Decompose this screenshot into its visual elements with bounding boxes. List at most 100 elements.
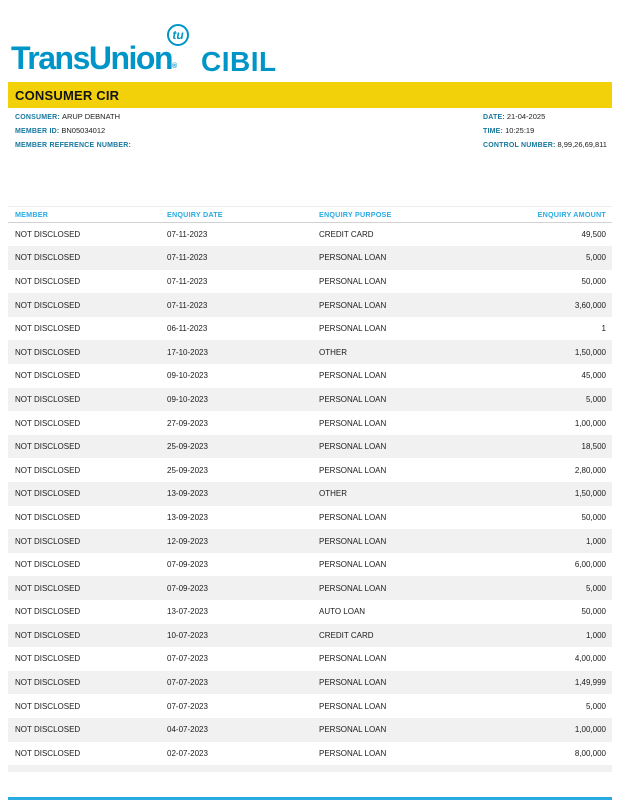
cell-amount: 50,000 (581, 276, 606, 286)
table-row: NOT DISCLOSED 12-09-2023 PERSONAL LOAN 1,00… (8, 529, 612, 553)
cell-amount: 49,500 (581, 229, 606, 239)
cell-member: NOT DISCLOSED (15, 536, 81, 546)
cell-member: NOT DISCLOSED (15, 418, 81, 428)
table-row: NOT DISCLOSED 07-11-2023 PERSONAL LOAN 3,60… (8, 293, 612, 317)
footer-divider-line (8, 797, 612, 800)
cell-date: 13-09-2023 (167, 489, 208, 499)
cell-member: NOT DISCLOSED (15, 512, 81, 522)
cell-amount: 1 (601, 324, 606, 334)
cell-date: 09-10-2023 (167, 371, 208, 381)
column-header-member: MEMBER (15, 209, 49, 219)
date-label: DATE: (483, 114, 505, 121)
cell-member: NOT DISCLOSED (15, 607, 81, 617)
cell-purpose: PERSONAL LOAN (319, 748, 387, 758)
cell-purpose: PERSONAL LOAN (319, 300, 387, 310)
cell-member: NOT DISCLOSED (15, 678, 81, 688)
cell-date: 07-11-2023 (167, 253, 208, 263)
transunion-cibil-logo: TransUnion ® tu CIBIL (0, 0, 621, 82)
cell-member: NOT DISCLOSED (15, 324, 81, 334)
member-id-value: BN05034012 (61, 126, 106, 135)
cell-amount: 45,000 (581, 371, 606, 381)
table-row: NOT DISCLOSED 25-09-2023 PERSONAL LOAN 2,80… (8, 458, 612, 483)
cell-amount: 1,000 (585, 536, 606, 546)
cell-date: 07-07-2023 (167, 701, 208, 711)
cell-date: 09-10-2023 (167, 394, 208, 404)
cell-member: NOT DISCLOSED (15, 748, 81, 758)
cell-member: NOT DISCLOSED (15, 630, 81, 640)
cell-purpose: PERSONAL LOAN (319, 465, 387, 475)
cell-member: NOT DISCLOSED (15, 229, 81, 239)
cell-date: 07-09-2023 (167, 583, 208, 593)
cell-date: 27-09-2023 (167, 418, 208, 428)
cell-purpose: AUTO LOAN (319, 607, 366, 617)
cell-purpose: OTHER (319, 347, 347, 357)
cell-date: 07-07-2023 (167, 654, 208, 664)
member-id-label: MEMBER ID: (15, 128, 60, 135)
transunion-wordmark: TransUnion (11, 40, 174, 76)
cell-amount: 1,49,999 (574, 678, 606, 688)
cell-amount: 4,00,000 (574, 654, 606, 664)
table-row: NOT DISCLOSED 07-07-2023 PERSONAL LOAN 1,49… (8, 670, 612, 695)
table-row: NOT DISCLOSED 07-11-2023 PERSONAL LOAN 5,00… (8, 246, 612, 270)
cell-amount: 18,500 (581, 442, 606, 452)
table-row: NOT DISCLOSED 13-07-2023 AUTO LOAN 50,000 (8, 600, 612, 624)
table-row: NOT DISCLOSED 13-09-2023 PERSONAL LOAN 50,0… (8, 505, 612, 530)
cell-purpose: PERSONAL LOAN (319, 394, 387, 404)
cell-member: NOT DISCLOSED (15, 583, 81, 593)
cell-date: 10-07-2023 (167, 630, 208, 640)
cell-purpose: CREDIT CARD (319, 229, 374, 239)
cell-date: 13-07-2023 (167, 607, 208, 617)
cell-member: NOT DISCLOSED (15, 394, 81, 404)
cell-purpose: PERSONAL LOAN (319, 560, 387, 570)
cell-amount: 5,000 (585, 253, 606, 263)
cell-member: NOT DISCLOSED (15, 654, 81, 664)
consumer-label: CONSUMER: (15, 114, 60, 121)
time-line: TIME: 10:25:19 (483, 126, 534, 135)
column-header-enquiry-date: ENQUIRY DATE (167, 209, 223, 219)
cell-purpose: PERSONAL LOAN (319, 701, 387, 711)
control-number-value: 8,99,26,69,811 (557, 140, 607, 149)
date-line: DATE: 21-04-2025 (483, 112, 545, 121)
time-label: TIME: (483, 128, 504, 135)
registered-trademark-symbol: ® (172, 63, 178, 70)
clipped-next-row-strip (8, 765, 612, 773)
cell-amount: 50,000 (581, 512, 606, 522)
cell-amount: 2,80,000 (574, 465, 606, 475)
cell-purpose: PERSONAL LOAN (319, 536, 387, 546)
cell-purpose: PERSONAL LOAN (319, 583, 387, 593)
table-row: NOT DISCLOSED 07-11-2023 CREDIT CARD 49,500 (8, 222, 612, 247)
cell-purpose: PERSONAL LOAN (319, 725, 387, 735)
table-row: NOT DISCLOSED 09-10-2023 PERSONAL LOAN 45,0… (8, 364, 612, 388)
cell-date: 17-10-2023 (167, 347, 208, 357)
table-row: NOT DISCLOSED 07-09-2023 PERSONAL LOAN 5,00… (8, 576, 612, 600)
table-row: NOT DISCLOSED 09-10-2023 PERSONAL LOAN 5,00… (8, 387, 612, 412)
table-row: NOT DISCLOSED 10-07-2023 CREDIT CARD 1,000 (8, 623, 612, 648)
date-value: 21-04-2025 (506, 112, 546, 121)
cell-date: 12-09-2023 (167, 536, 208, 546)
cell-member: NOT DISCLOSED (15, 371, 81, 381)
cell-purpose: PERSONAL LOAN (319, 253, 387, 263)
cell-purpose: CREDIT CARD (319, 630, 374, 640)
table-row: NOT DISCLOSED 07-07-2023 PERSONAL LOAN 5,00… (8, 694, 612, 718)
member-reference-line: MEMBER REFERENCE NUMBER: (15, 140, 133, 149)
enquiry-table: MEMBER ENQUIRY DATE ENQUIRY PURPOSE ENQU… (8, 206, 612, 773)
page-title: CONSUMER CIR (15, 87, 120, 103)
table-row: NOT DISCLOSED 07-09-2023 PERSONAL LOAN 6,00… (8, 552, 612, 577)
table-row: NOT DISCLOSED 02-07-2023 PERSONAL LOAN 8,00… (8, 741, 612, 766)
cell-date: 07-11-2023 (167, 229, 208, 239)
cell-date: 07-07-2023 (167, 678, 208, 688)
cell-date: 13-09-2023 (167, 512, 208, 522)
cell-member: NOT DISCLOSED (15, 560, 81, 570)
cell-purpose: OTHER (319, 489, 347, 499)
cell-date: 07-11-2023 (167, 276, 208, 286)
table-row: NOT DISCLOSED 25-09-2023 PERSONAL LOAN 18,5… (8, 434, 612, 459)
cell-date: 25-09-2023 (167, 442, 208, 452)
cell-member: NOT DISCLOSED (15, 253, 81, 263)
cell-purpose: PERSONAL LOAN (319, 371, 387, 381)
column-header-enquiry-purpose: ENQUIRY PURPOSE (319, 209, 392, 219)
cell-purpose: PERSONAL LOAN (319, 512, 387, 522)
cell-date: 04-07-2023 (167, 725, 208, 735)
cell-amount: 5,000 (585, 583, 606, 593)
cell-member: NOT DISCLOSED (15, 347, 81, 357)
cell-purpose: PERSONAL LOAN (319, 324, 387, 334)
